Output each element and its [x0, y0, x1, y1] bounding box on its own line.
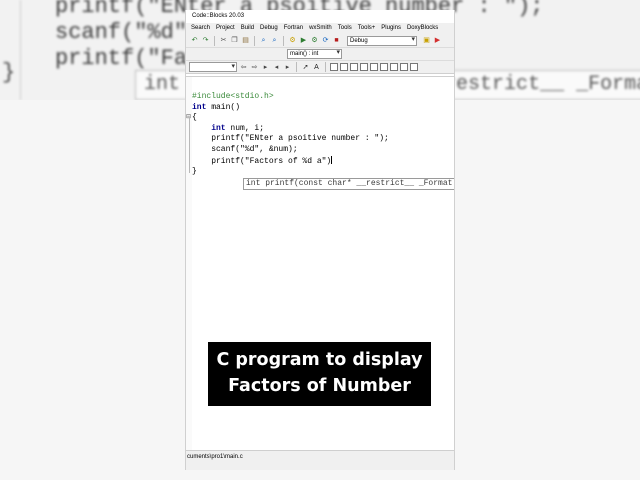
window-title: Code::Blocks 20.03 — [186, 10, 454, 23]
bookmark-next-icon[interactable]: ▸ — [283, 63, 292, 72]
code-line: int num, i; — [192, 124, 389, 135]
function-select[interactable]: main() : int — [287, 49, 342, 59]
function-select-value: main() : int — [290, 51, 319, 57]
code-line: scanf("%d", &num); — [192, 145, 389, 156]
menu-fortran[interactable]: Fortran — [284, 23, 303, 34]
widget-icon[interactable] — [340, 63, 348, 71]
widget-icon[interactable] — [400, 63, 408, 71]
toolbar-separator — [214, 35, 215, 46]
menu-bar: Search Project Build Debug Fortran wxSmi… — [186, 23, 454, 34]
status-file-path: cuments\pro1\main.c — [187, 454, 243, 460]
build-target-value: Debug — [350, 37, 368, 44]
code-line: int main() — [192, 103, 389, 114]
build-run-icon[interactable]: ⚙ — [310, 36, 319, 45]
widget-icon[interactable] — [380, 63, 388, 71]
build-target-select[interactable]: Debug — [347, 35, 417, 46]
arrow-right-icon[interactable]: ⇨ — [250, 63, 259, 72]
find-icon[interactable]: ⌕ — [259, 36, 268, 45]
widget-icon[interactable] — [350, 63, 358, 71]
menu-search[interactable]: Search — [191, 23, 210, 34]
code-line: { — [192, 113, 389, 124]
code-token: { — [192, 113, 197, 123]
code-text[interactable]: #include<stdio.h> int main(){ int num, i;… — [192, 92, 389, 178]
menu-plugins[interactable]: Plugins — [381, 23, 401, 34]
undo-icon[interactable]: ↶ — [190, 36, 199, 45]
preprocessor-directive: #include<stdio.h> — [192, 92, 274, 101]
keyword: int — [192, 102, 207, 112]
status-bar: cuments\pro1\main.c — [186, 450, 454, 470]
widget-icon[interactable] — [330, 63, 338, 71]
code-line: #include<stdio.h> — [192, 92, 389, 103]
fold-line — [189, 117, 190, 173]
background-divider — [20, 0, 21, 100]
arrow-left-icon[interactable]: ⇦ — [239, 63, 248, 72]
replace-icon[interactable]: ⌕ — [270, 36, 279, 45]
code-token: printf("Factors of %d a") — [192, 156, 332, 166]
widget-icon[interactable] — [410, 63, 418, 71]
keyword: int — [211, 123, 226, 133]
run-icon[interactable]: ▶ — [299, 36, 308, 45]
code-token: } — [192, 167, 197, 177]
caption-line-2: Factors of Number — [228, 376, 411, 396]
menu-project[interactable]: Project — [216, 23, 235, 34]
menu-doxyblocks[interactable]: DoxyBlocks — [407, 23, 438, 34]
target-options-icon[interactable]: ▣ — [422, 36, 431, 45]
toolbar-separator — [283, 35, 284, 46]
toolbar-separator — [325, 62, 326, 72]
menu-debug[interactable]: Debug — [260, 23, 278, 34]
code-line: printf("ENter a psoitive number : "); — [192, 134, 389, 145]
menu-tools-plus[interactable]: Tools+ — [358, 23, 376, 34]
widget-icon[interactable] — [390, 63, 398, 71]
code-token: num, i; — [225, 123, 265, 133]
build-icon[interactable]: ⚙ — [288, 36, 297, 45]
navigation-toolbar: ⇦ ⇨ ▸ ◂ ▸ ➚ A — [186, 61, 454, 74]
code-line: printf("Factors of %d a") — [192, 155, 389, 168]
scope-select[interactable] — [189, 62, 237, 72]
text-icon[interactable]: A — [312, 63, 321, 72]
abort-icon[interactable]: ■ — [332, 36, 341, 45]
text-caret — [331, 155, 333, 164]
caption-line-1: C program to display — [216, 350, 423, 370]
menu-build[interactable]: Build — [241, 23, 254, 34]
cut-icon[interactable]: ✂ — [219, 36, 228, 45]
redo-icon[interactable]: ↷ — [201, 36, 210, 45]
widget-icon[interactable] — [360, 63, 368, 71]
calltip-popup: int printf(const char* __restrict__ _For… — [243, 178, 454, 190]
cursor-icon[interactable]: ➚ — [301, 63, 310, 72]
menu-wxsmith[interactable]: wxSmith — [309, 23, 332, 34]
code-token: printf("ENter a psoitive number : "); — [192, 134, 389, 144]
menu-tools[interactable]: Tools — [338, 23, 352, 34]
copy-icon[interactable]: ❐ — [230, 36, 239, 45]
debug-run-icon[interactable]: ▶ — [433, 36, 442, 45]
widget-icon[interactable] — [370, 63, 378, 71]
code-token: main() — [206, 102, 241, 112]
code-line: } — [192, 167, 389, 178]
toolbar-separator — [296, 62, 297, 72]
paste-icon[interactable]: ▤ — [241, 36, 250, 45]
main-toolbar: ↶ ↷ ✂ ❐ ▤ ⌕ ⌕ ⚙ ▶ ⚙ ⟳ ■ Debug ▣ ▶ — [186, 34, 454, 48]
rebuild-icon[interactable]: ⟳ — [321, 36, 330, 45]
background-brace: } — [2, 60, 16, 85]
video-caption: C program to display Factors of Number — [208, 342, 431, 406]
code-token: scanf("%d", &num); — [192, 144, 298, 154]
bookmark-toggle-icon[interactable]: ▸ — [261, 63, 270, 72]
code-completion-toolbar: main() : int — [186, 48, 454, 61]
toolbar-separator — [254, 35, 255, 46]
bookmark-prev-icon[interactable]: ◂ — [272, 63, 281, 72]
